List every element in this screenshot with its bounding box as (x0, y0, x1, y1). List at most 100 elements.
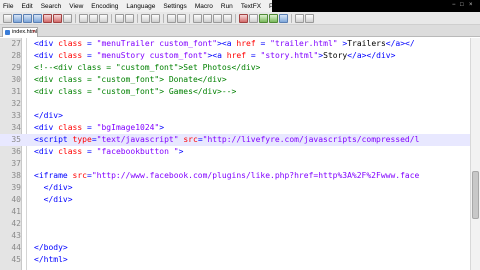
code-text: <div class = "menuStory custom_font"><a … (34, 51, 396, 60)
toolbar-separator (75, 13, 76, 23)
code-line[interactable]: 40 </div> (0, 194, 470, 206)
title-bar-dark-area (272, 0, 480, 12)
plugin-icon[interactable] (305, 13, 314, 23)
code-line[interactable]: 33 </div> (0, 110, 470, 122)
open-file-icon[interactable] (13, 13, 22, 23)
code-line[interactable]: 29 <!--<div class = "custom_font">Set Pho… (0, 62, 470, 74)
code-line[interactable]: 30 <div class = "custom_font"> Donate</di… (0, 74, 470, 86)
code-line[interactable]: 36 <div class = "facebookbutton "> (0, 146, 470, 158)
stop-macro-icon[interactable] (249, 13, 258, 23)
save-icon[interactable] (23, 13, 32, 23)
code-line[interactable]: 43 (0, 230, 470, 242)
menu-item-run[interactable]: Run (217, 3, 237, 10)
code-line[interactable]: 39 </div> (0, 182, 470, 194)
code-text: </html> (34, 255, 68, 264)
vertical-scrollbar[interactable] (470, 38, 480, 270)
replace-icon[interactable] (151, 13, 160, 23)
code-line[interactable]: 37 (0, 158, 470, 170)
code-text: </body> (34, 243, 68, 252)
code-line[interactable]: 27 <div class = "menuTrailer custom_font"… (0, 38, 470, 50)
tab-index-html[interactable]: index.html ✕ (2, 27, 38, 37)
line-number: 35 (11, 135, 21, 144)
indent-guide-icon[interactable] (223, 13, 232, 23)
line-number: 39 (11, 183, 21, 192)
code-text: <div class = "custom_font"> Donate</div> (34, 75, 227, 84)
copy-icon[interactable] (89, 13, 98, 23)
run-macro-multiple-icon[interactable] (269, 13, 278, 23)
find-icon[interactable] (141, 13, 150, 23)
code-line[interactable]: 45 </html> (0, 254, 470, 266)
menu-item-search[interactable]: Search (37, 3, 66, 10)
toolbar-separator (137, 13, 138, 23)
menu-item-language[interactable]: Language (123, 3, 160, 10)
save-macro-icon[interactable] (279, 13, 288, 23)
maximize-button[interactable]: □ (460, 2, 464, 8)
menu-item-view[interactable]: View (66, 3, 88, 10)
line-number: 31 (11, 87, 21, 96)
cut-icon[interactable] (79, 13, 88, 23)
print-icon[interactable] (63, 13, 72, 23)
toolbar-separator (163, 13, 164, 23)
code-line[interactable]: 38 <iframe src="http://www.facebook.com/p… (0, 170, 470, 182)
code-line[interactable]: 41 (0, 206, 470, 218)
record-macro-icon[interactable] (239, 13, 248, 23)
menu-item-file[interactable]: File (3, 3, 18, 10)
code-line[interactable]: 34 <div class = "bgImage1024"> (0, 122, 470, 134)
code-text: <iframe src="http://www.facebook.com/plu… (34, 171, 420, 180)
line-number: 37 (11, 159, 21, 168)
line-number: 45 (11, 255, 21, 264)
line-number: 43 (11, 231, 21, 240)
code-text: </div> (34, 111, 63, 120)
line-number: 44 (11, 243, 21, 252)
line-number: 42 (11, 219, 21, 228)
menu-item-macro[interactable]: Macro (191, 3, 217, 10)
code-text: </div> (43, 183, 73, 192)
menu-item-settings[interactable]: Settings (160, 3, 192, 10)
close-all-icon[interactable] (53, 13, 62, 23)
code-line[interactable]: 42 (0, 218, 470, 230)
line-number: 29 (11, 63, 21, 72)
toolbar-separator (189, 13, 190, 23)
line-number: 40 (11, 195, 21, 204)
close-tab-icon[interactable]: ✕ (32, 28, 36, 37)
file-saved-icon (5, 30, 10, 35)
line-number: 32 (11, 99, 21, 108)
word-wrap-icon[interactable] (203, 13, 212, 23)
minimize-button[interactable]: − (452, 2, 456, 8)
toolbar (0, 12, 480, 25)
code-line[interactable]: 44 </body> (0, 242, 470, 254)
scrollbar-thumb[interactable] (472, 171, 479, 219)
code-line[interactable]: 28 <div class = "menuStory custom_font"><… (0, 50, 470, 62)
line-number: 30 (11, 75, 21, 84)
save-all-icon[interactable] (33, 13, 42, 23)
redo-icon[interactable] (125, 13, 134, 23)
code-line[interactable]: 35 <script type="text/javascript" src="ht… (0, 134, 470, 146)
code-text: <div class = "facebookbutton "> (34, 147, 184, 156)
code-editor[interactable]: 27 <div class = "menuTrailer custom_font"… (0, 38, 480, 270)
zoom-in-icon[interactable] (167, 13, 176, 23)
undo-icon[interactable] (115, 13, 124, 23)
code-text: <div class = "custom_font"> Games</div>-… (34, 87, 237, 96)
spellcheck-icon[interactable] (295, 13, 304, 23)
line-number: 28 (11, 51, 21, 60)
new-file-icon[interactable] (3, 13, 12, 23)
code-line[interactable]: 31 <div class = "custom_font"> Games</div… (0, 86, 470, 98)
close-file-icon[interactable] (43, 13, 52, 23)
line-number: 34 (11, 123, 21, 132)
line-number: 38 (11, 171, 21, 180)
menu-item-edit[interactable]: Edit (18, 3, 37, 10)
sync-scroll-icon[interactable] (193, 13, 202, 23)
line-number: 41 (11, 207, 21, 216)
toolbar-separator (111, 13, 112, 23)
play-macro-icon[interactable] (259, 13, 268, 23)
menu-item-encoding[interactable]: Encoding (88, 3, 123, 10)
paste-icon[interactable] (99, 13, 108, 23)
line-number: 36 (11, 147, 21, 156)
show-all-chars-icon[interactable] (213, 13, 222, 23)
code-line[interactable]: 32 (0, 98, 470, 110)
zoom-out-icon[interactable] (177, 13, 186, 23)
toolbar-separator (291, 13, 292, 23)
close-window-button[interactable]: × (469, 2, 473, 8)
code-text: </div> (43, 195, 73, 204)
menu-item-textfx[interactable]: TextFX (237, 3, 265, 10)
